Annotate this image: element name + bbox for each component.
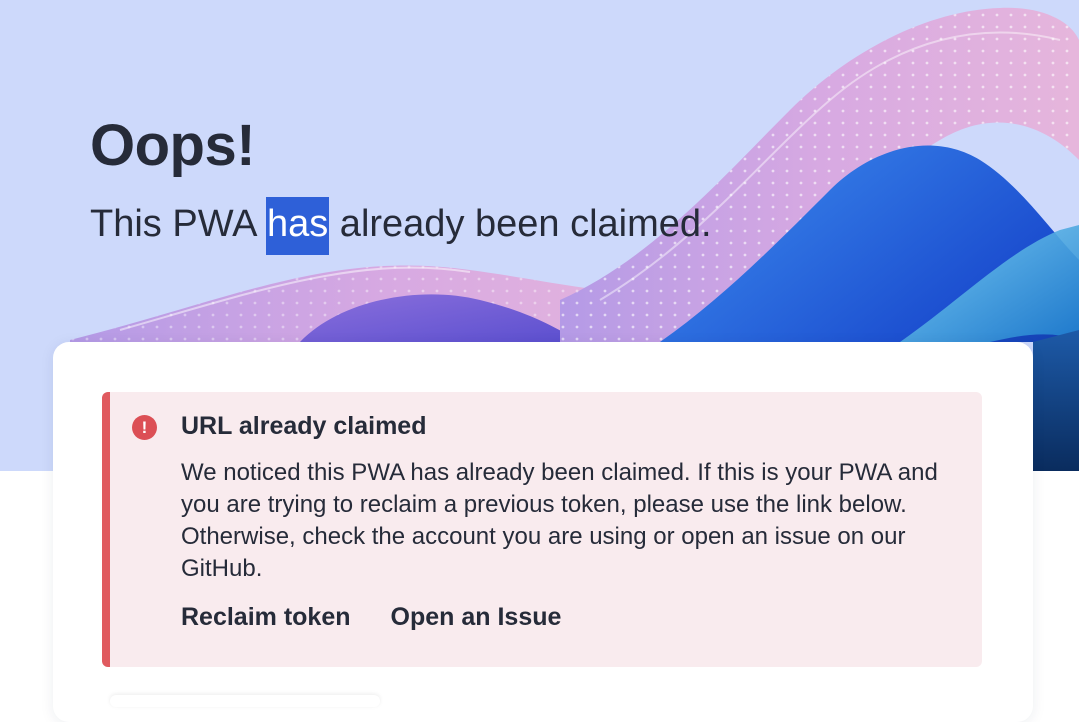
content-card: ! URL already claimed We noticed this PW… [53,342,1033,722]
alert-message: We noticed this PWA has already been cla… [181,459,938,582]
alert-actions: Reclaim token Open an Issue [181,603,561,632]
error-alert: ! URL already claimed We noticed this PW… [102,392,982,667]
next-card-edge [110,695,380,707]
subtitle-text-start: This PWA [90,203,266,245]
exclamation-circle-icon: ! [132,415,157,440]
alert-title: URL already claimed [181,412,427,440]
page-title: Oops! [90,113,256,178]
reclaim-token-link[interactable]: Reclaim token [181,603,351,632]
page-subtitle: This PWA has already been claimed. [90,197,712,255]
subtitle-text-end: already been claimed. [329,203,712,245]
open-issue-link[interactable]: Open an Issue [391,603,562,632]
subtitle-selected-text: has [265,197,330,255]
